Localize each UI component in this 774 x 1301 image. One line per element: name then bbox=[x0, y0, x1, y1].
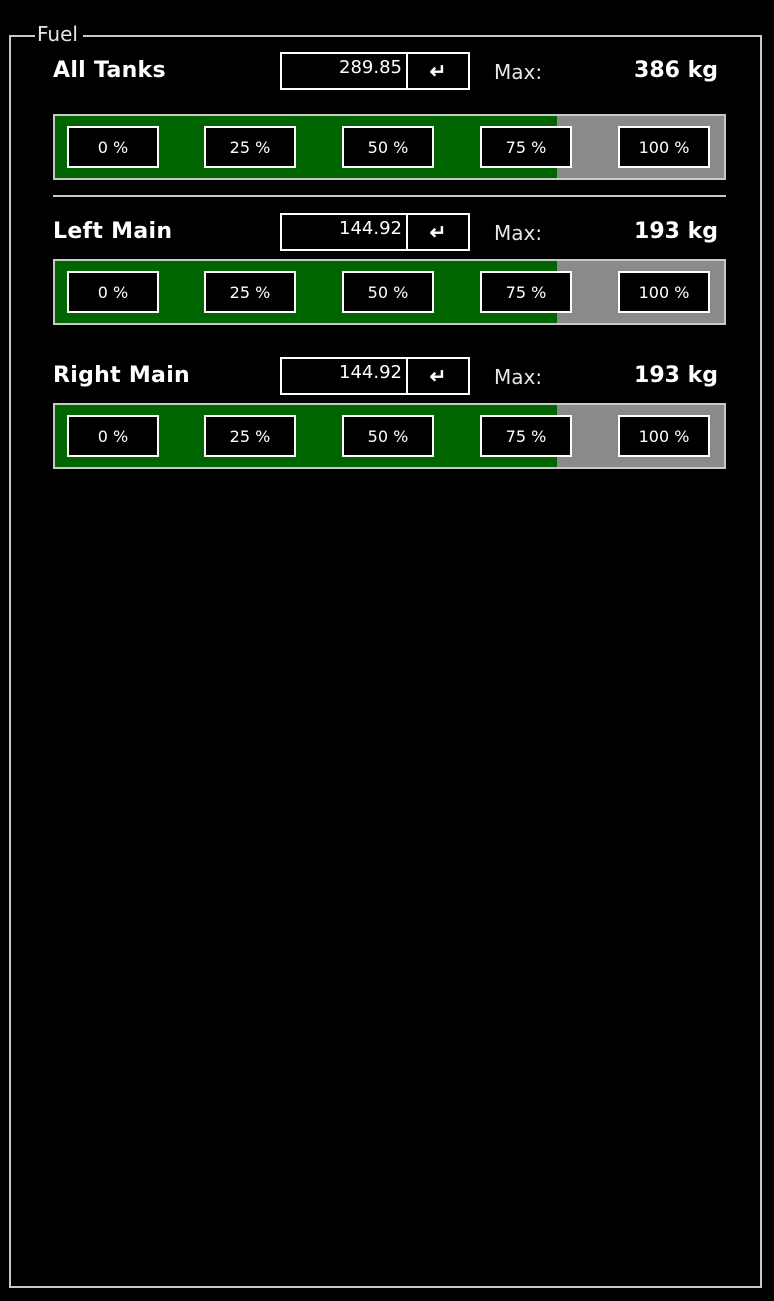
return-icon: ↵ bbox=[429, 221, 447, 244]
set-100-percent-button[interactable]: 100 % bbox=[618, 415, 710, 457]
set-50-percent-button[interactable]: 50 % bbox=[342, 271, 434, 313]
max-label: Max: bbox=[494, 60, 543, 84]
set-25-percent-button[interactable]: 25 % bbox=[204, 415, 296, 457]
enter-button[interactable]: ↵ bbox=[406, 52, 470, 90]
section-divider bbox=[53, 195, 726, 197]
tank-name: Right Main bbox=[53, 363, 191, 388]
set-50-percent-button[interactable]: 50 % bbox=[342, 415, 434, 457]
fuel-level-bar: 0 % 25 % 50 % 75 % 100 % bbox=[53, 403, 726, 469]
set-0-percent-button[interactable]: 0 % bbox=[67, 126, 159, 168]
max-label: Max: bbox=[494, 365, 543, 389]
set-25-percent-button[interactable]: 25 % bbox=[204, 271, 296, 313]
return-icon: ↵ bbox=[429, 365, 447, 388]
set-100-percent-button[interactable]: 100 % bbox=[618, 126, 710, 168]
tank-header: Right Main 144.92 ↵ Max: 193 kg bbox=[53, 357, 726, 397]
max-label: Max: bbox=[494, 221, 543, 245]
fuel-level-bar: 0 % 25 % 50 % 75 % 100 % bbox=[53, 114, 726, 180]
fuel-level-bar: 0 % 25 % 50 % 75 % 100 % bbox=[53, 259, 726, 325]
quantity-input[interactable]: 144.92 bbox=[280, 357, 406, 395]
set-75-percent-button[interactable]: 75 % bbox=[480, 415, 572, 457]
tank-name: Left Main bbox=[53, 219, 173, 244]
enter-button[interactable]: ↵ bbox=[406, 213, 470, 251]
set-100-percent-button[interactable]: 100 % bbox=[618, 271, 710, 313]
max-value: 386 kg bbox=[634, 58, 718, 83]
max-value: 193 kg bbox=[634, 363, 718, 388]
set-50-percent-button[interactable]: 50 % bbox=[342, 126, 434, 168]
tank-section-all-tanks: All Tanks 289.85 ↵ Max: 386 kg 0 % 25 % … bbox=[53, 52, 726, 180]
max-value: 193 kg bbox=[634, 219, 718, 244]
quantity-input[interactable]: 289.85 bbox=[280, 52, 406, 90]
set-75-percent-button[interactable]: 75 % bbox=[480, 271, 572, 313]
set-0-percent-button[interactable]: 0 % bbox=[67, 271, 159, 313]
set-0-percent-button[interactable]: 0 % bbox=[67, 415, 159, 457]
set-75-percent-button[interactable]: 75 % bbox=[480, 126, 572, 168]
tank-section-left-main: Left Main 144.92 ↵ Max: 193 kg 0 % 25 % … bbox=[53, 213, 726, 325]
tank-header: Left Main 144.92 ↵ Max: 193 kg bbox=[53, 213, 726, 253]
quantity-input[interactable]: 144.92 bbox=[280, 213, 406, 251]
enter-button[interactable]: ↵ bbox=[406, 357, 470, 395]
tank-name: All Tanks bbox=[53, 58, 166, 83]
set-25-percent-button[interactable]: 25 % bbox=[204, 126, 296, 168]
panel-title: Fuel bbox=[35, 22, 83, 46]
tank-section-right-main: Right Main 144.92 ↵ Max: 193 kg 0 % 25 %… bbox=[53, 357, 726, 469]
tank-header: All Tanks 289.85 ↵ Max: 386 kg bbox=[53, 52, 726, 92]
return-icon: ↵ bbox=[429, 60, 447, 83]
